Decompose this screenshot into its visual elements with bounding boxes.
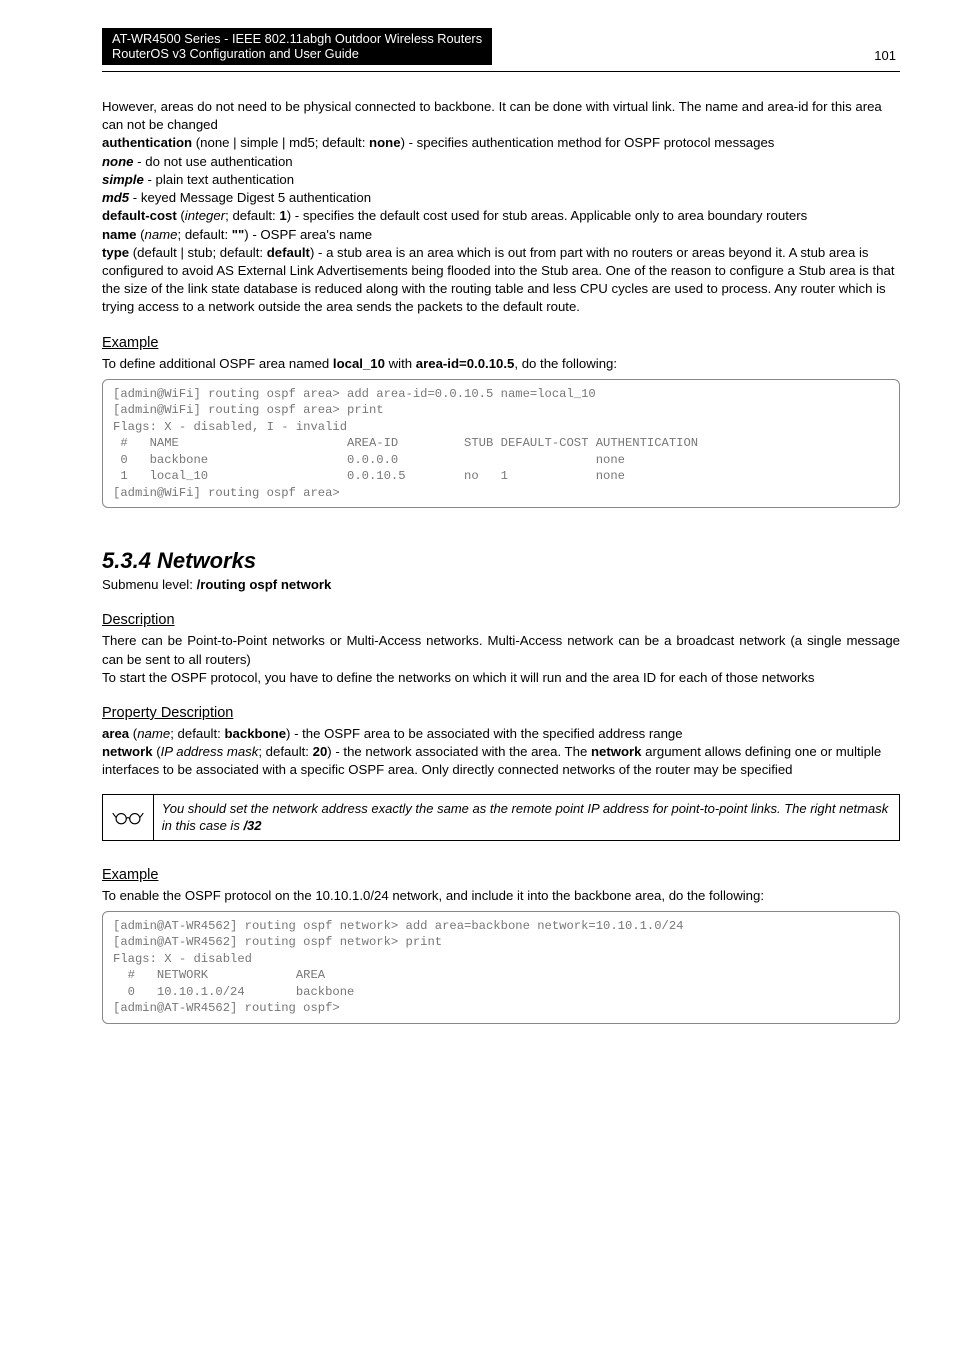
area-tail: ) - the OSPF area to be associated with … — [286, 726, 683, 741]
name-type: name — [145, 227, 178, 242]
desc-p1: There can be Point-to-Point networks or … — [102, 632, 900, 668]
defcost-mid2: ; default: — [225, 208, 279, 223]
example1-heading: Example — [102, 335, 900, 351]
name-mid1: ( — [136, 227, 144, 242]
area-type: name — [137, 726, 170, 741]
page-header: AT-WR4500 Series - IEEE 802.11abgh Outdo… — [102, 28, 900, 72]
net-mid3: ) - the network associated with the area… — [327, 744, 591, 759]
note-text: You should set the network address exact… — [154, 795, 899, 840]
intro-p1: However, areas do not need to be physica… — [102, 98, 900, 134]
type-label: type — [102, 245, 129, 260]
area-label: area — [102, 726, 129, 741]
ex1-a: To define additional OSPF area named — [102, 356, 333, 371]
note-box: You should set the network address exact… — [102, 794, 900, 841]
ex1-e: , do the following: — [514, 356, 617, 371]
md5-line: md5 - keyed Message Digest 5 authenticat… — [102, 189, 900, 207]
submenu-line: Submenu level: /routing ospf network — [102, 576, 900, 594]
glasses-icon — [103, 795, 154, 840]
defcost-label: default-cost — [102, 208, 177, 223]
net-mid1: ( — [153, 744, 161, 759]
auth-default: none — [369, 135, 401, 150]
net-def: 20 — [313, 744, 328, 759]
ex1-d: area-id=0.0.10.5 — [416, 356, 515, 371]
area-mid2: ; default: — [170, 726, 224, 741]
example2-heading: Example — [102, 867, 900, 883]
net-type: IP address mask — [161, 744, 259, 759]
note-a: You should set the network address exact… — [162, 801, 888, 834]
none-line: none - do not use authentication — [102, 153, 900, 171]
header-black-box: AT-WR4500 Series - IEEE 802.11abgh Outdo… — [102, 28, 492, 65]
defcost-mid1: ( — [177, 208, 185, 223]
type-line: type (default | stub; default: default) … — [102, 244, 900, 317]
name-line: name (name; default: "") - OSPF area's n… — [102, 226, 900, 244]
sub-a: Submenu level: — [102, 577, 197, 592]
net-mid2: ; default: — [258, 744, 312, 759]
defcost-def: 1 — [279, 208, 286, 223]
prop-heading: Property Description — [102, 705, 900, 721]
none-k: none — [102, 154, 134, 169]
simple-k: simple — [102, 172, 144, 187]
simple-d: - plain text authentication — [144, 172, 294, 187]
auth-tail: ) - specifies authentication method for … — [401, 135, 775, 150]
example1-lead: To define additional OSPF area named loc… — [102, 355, 900, 373]
networks-title: 5.3.4 Networks — [102, 548, 900, 574]
auth-line: authentication (none | simple | md5; def… — [102, 134, 900, 152]
header-line-2: RouterOS v3 Configuration and User Guide — [112, 46, 482, 61]
defcost-tail: ) - specifies the default cost used for … — [287, 208, 807, 223]
header-line-1: AT-WR4500 Series - IEEE 802.11abgh Outdo… — [112, 31, 482, 46]
area-mid1: ( — [129, 726, 137, 741]
ex1-c: with — [385, 356, 416, 371]
auth-label: authentication — [102, 135, 192, 150]
page: AT-WR4500 Series - IEEE 802.11abgh Outdo… — [0, 0, 954, 1064]
header-rule — [102, 71, 900, 72]
example2-lead: To enable the OSPF protocol on the 10.10… — [102, 887, 900, 905]
sub-b: /routing ospf network — [197, 577, 332, 592]
type-def: default — [267, 245, 310, 260]
name-tail: ) - OSPF area's name — [244, 227, 372, 242]
network-line: network (IP address mask; default: 20) -… — [102, 743, 900, 779]
auth-rest: (none | simple | md5; default: — [192, 135, 369, 150]
area-line: area (name; default: backbone) - the OSP… — [102, 725, 900, 743]
note-b: /32 — [243, 818, 261, 833]
example1-code: [admin@WiFi] routing ospf area> add area… — [102, 379, 900, 508]
defcost-type: integer — [185, 208, 225, 223]
page-number: 101 — [874, 48, 900, 65]
simple-line: simple - plain text authentication — [102, 171, 900, 189]
desc-p2: To start the OSPF protocol, you have to … — [102, 669, 900, 687]
ex1-b: local_10 — [333, 356, 385, 371]
name-def: "" — [232, 227, 245, 242]
name-mid2: ; default: — [178, 227, 232, 242]
md5-d: - keyed Message Digest 5 authentication — [129, 190, 371, 205]
net-label: network — [102, 744, 153, 759]
defcost-line: default-cost (integer; default: 1) - spe… — [102, 207, 900, 225]
content: However, areas do not need to be physica… — [102, 78, 900, 1024]
area-def: backbone — [224, 726, 286, 741]
md5-k: md5 — [102, 190, 129, 205]
example2-code: [admin@AT-WR4562] routing ospf network> … — [102, 911, 900, 1024]
name-label: name — [102, 227, 136, 242]
net-bold: network — [591, 744, 642, 759]
none-d: - do not use authentication — [134, 154, 293, 169]
desc-heading: Description — [102, 612, 900, 628]
type-mid: (default | stub; default: — [129, 245, 267, 260]
